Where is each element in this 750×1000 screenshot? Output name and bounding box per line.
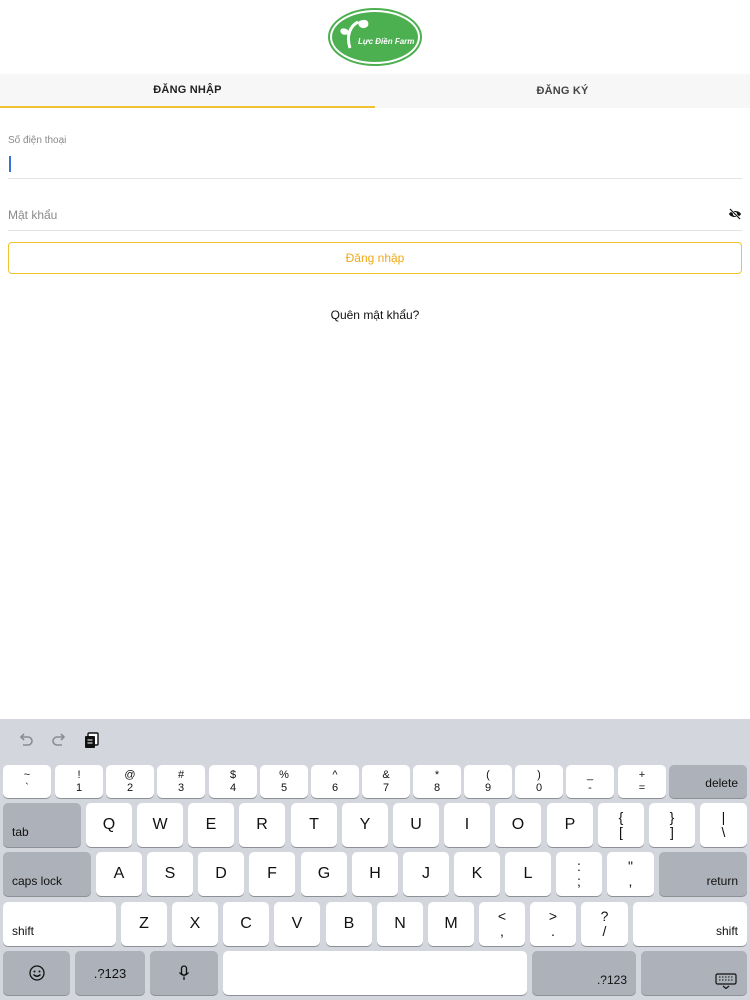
key-j[interactable]: J xyxy=(403,852,449,896)
key-quote[interactable]: ", xyxy=(607,852,654,896)
delete-key[interactable]: delete xyxy=(669,765,747,798)
key-p[interactable]: P xyxy=(547,803,593,847)
phone-label: Số điện thoại xyxy=(8,135,67,146)
key-minus[interactable]: _ - xyxy=(566,765,614,798)
key-m[interactable]: M xyxy=(428,902,474,946)
key-b[interactable]: B xyxy=(326,902,372,946)
key-a[interactable]: A xyxy=(96,852,142,896)
key-l[interactable]: L xyxy=(505,852,551,896)
key-c[interactable]: C xyxy=(223,902,269,946)
key-equals[interactable]: + = xyxy=(618,765,666,798)
return-key[interactable]: return xyxy=(659,852,747,896)
key-6[interactable]: ^ 6 xyxy=(311,765,359,798)
key-7[interactable]: & 7 xyxy=(362,765,410,798)
eye-off-icon[interactable] xyxy=(728,208,742,220)
password-input[interactable] xyxy=(8,200,742,231)
key-3[interactable]: #3 xyxy=(157,765,205,798)
key-k[interactable]: K xyxy=(454,852,500,896)
on-screen-keyboard: ~ ` ! 1 @2 #3 $4 % 5 ^ 6 & 7 * 8 (9 ) 0 _ - + = d… xyxy=(0,719,750,1000)
key-5[interactable]: % 5 xyxy=(260,765,308,798)
shift-right-key[interactable]: shift xyxy=(633,902,747,946)
forgot-password-link[interactable]: Quên mật khẩu? xyxy=(0,308,750,322)
logo-text: Lực Điền Farm xyxy=(358,37,414,46)
key-d[interactable]: D xyxy=(198,852,244,896)
key-backslash[interactable]: | \ xyxy=(700,803,747,847)
key-semicolon[interactable]: :; xyxy=(556,852,602,896)
key-9[interactable]: (9 xyxy=(464,765,512,798)
key-g[interactable]: G xyxy=(301,852,347,896)
key-2[interactable]: @2 xyxy=(106,765,154,798)
key-y[interactable]: Y xyxy=(342,803,388,847)
phone-input[interactable] xyxy=(8,150,742,179)
caps-lock-key[interactable]: caps lock xyxy=(3,852,91,896)
tab-key[interactable]: tab xyxy=(3,803,81,847)
keyboard-toolbar xyxy=(0,719,750,763)
shift-left-key[interactable]: shift xyxy=(3,902,116,946)
key-f[interactable]: F xyxy=(249,852,295,896)
key-less-than[interactable]: <, xyxy=(479,902,525,946)
key-s[interactable]: S xyxy=(147,852,193,896)
login-button[interactable]: Đăng nhập xyxy=(8,242,742,274)
emoji-key[interactable] xyxy=(3,951,70,995)
numbers-right-key[interactable]: .?123 xyxy=(532,951,636,995)
key-4[interactable]: $4 xyxy=(209,765,257,798)
key-1[interactable]: ! 1 xyxy=(55,765,103,798)
keyboard-dismiss-icon xyxy=(715,973,737,989)
key-slash[interactable]: ? / xyxy=(581,902,628,946)
tab-register[interactable]: ĐĂNG KÝ xyxy=(375,74,750,108)
key-backtick[interactable]: ~ ` xyxy=(3,765,51,798)
dictation-key[interactable] xyxy=(150,951,218,995)
space-bar[interactable] xyxy=(223,951,527,995)
emoji-icon xyxy=(28,965,45,981)
key-8[interactable]: * 8 xyxy=(413,765,461,798)
key-z[interactable]: Z xyxy=(121,902,167,946)
dismiss-keyboard-key[interactable] xyxy=(641,951,747,995)
microphone-icon xyxy=(178,965,190,980)
key-w[interactable]: W xyxy=(137,803,183,847)
brand-logo: Lực Điền Farm xyxy=(328,8,422,66)
text-cursor xyxy=(9,156,11,172)
key-x[interactable]: X xyxy=(172,902,218,946)
tab-login[interactable]: ĐĂNG NHẬP xyxy=(0,74,375,108)
key-t[interactable]: T xyxy=(291,803,337,847)
key-v[interactable]: V xyxy=(274,902,320,946)
key-u[interactable]: U xyxy=(393,803,439,847)
paste-icon[interactable] xyxy=(83,731,101,749)
key-bracket-left[interactable]: {[ xyxy=(598,803,644,847)
redo-icon[interactable] xyxy=(50,731,68,749)
key-i[interactable]: I xyxy=(444,803,490,847)
key-bracket-right[interactable]: }] xyxy=(649,803,695,847)
numbers-left-key[interactable]: .?123 xyxy=(75,951,145,995)
key-greater-than[interactable]: >. xyxy=(530,902,576,946)
auth-tabs: ĐĂNG NHẬP ĐĂNG KÝ xyxy=(0,74,750,108)
key-h[interactable]: H xyxy=(352,852,398,896)
undo-icon[interactable] xyxy=(17,731,35,749)
key-0[interactable]: ) 0 xyxy=(515,765,563,798)
key-n[interactable]: N xyxy=(377,902,423,946)
key-o[interactable]: O xyxy=(495,803,541,847)
key-e[interactable]: E xyxy=(188,803,234,847)
key-r[interactable]: R xyxy=(239,803,285,847)
key-q[interactable]: Q xyxy=(86,803,132,847)
